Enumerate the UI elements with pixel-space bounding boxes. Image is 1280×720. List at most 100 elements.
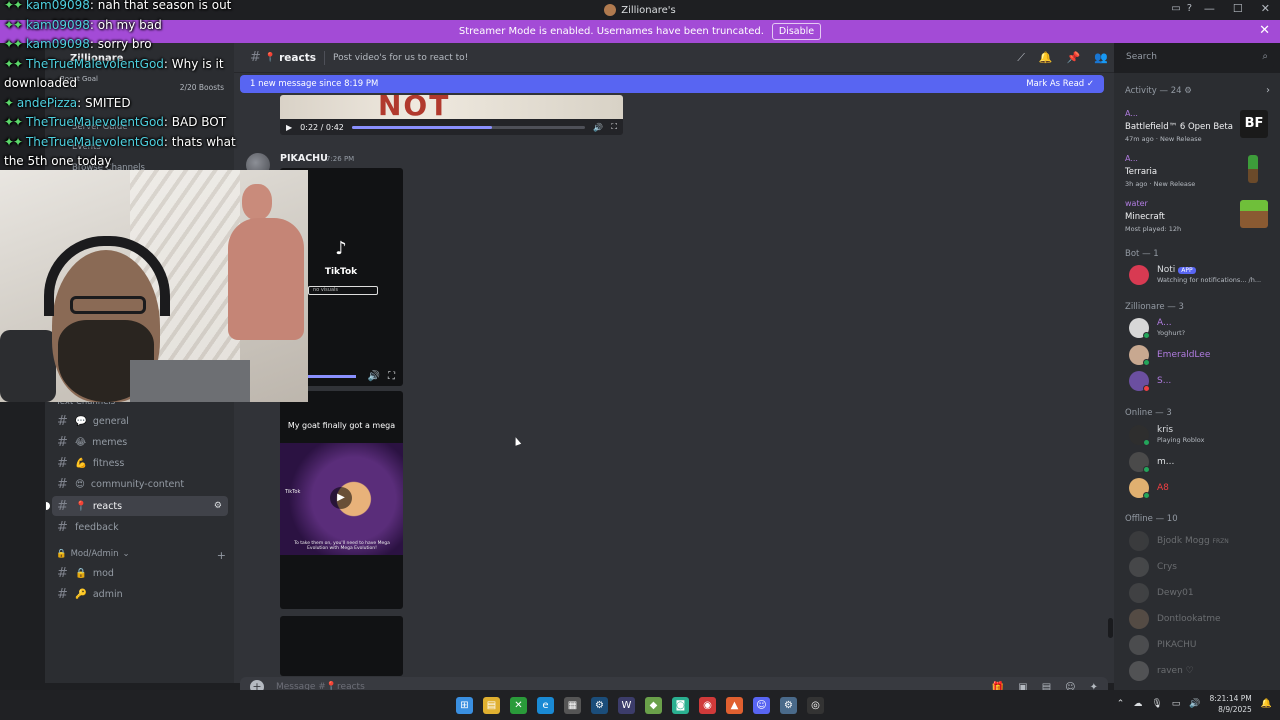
member-item[interactable]: A8 xyxy=(1125,476,1275,500)
close-banner-icon[interactable]: ✕ xyxy=(1259,23,1270,38)
maximize-icon[interactable]: ☐ xyxy=(1233,2,1243,15)
notification-icon[interactable]: 🔔 xyxy=(1261,699,1272,709)
member-item[interactable]: Crys xyxy=(1125,555,1275,579)
member-item[interactable]: Dontlookatme xyxy=(1125,607,1275,631)
xbox-icon[interactable]: ✕ xyxy=(510,696,527,714)
obs-icon[interactable]: ◎ xyxy=(807,696,824,714)
channel-settings-icon[interactable]: ⚙ xyxy=(214,501,222,511)
system-tray: ⌃ ☁ 🎙 ▭ 🔊 8:21:14 PM 8/9/2025 🔔 xyxy=(1117,693,1272,715)
calculator-icon[interactable]: ▦ xyxy=(564,696,581,714)
tiktok-video-embed-3[interactable] xyxy=(280,616,403,676)
member-item[interactable]: raven ♡ xyxy=(1125,659,1275,683)
file-explorer-icon[interactable]: ▤ xyxy=(483,696,500,714)
video-player[interactable]: NOT ▶ 0:22 / 0:42 🔊 ⛶ xyxy=(280,95,623,135)
app-icon[interactable]: W xyxy=(618,696,635,714)
minimize-icon[interactable]: — xyxy=(1204,2,1215,15)
settings-icon[interactable]: ⚙ xyxy=(780,696,797,714)
chevron-down-icon: ⌄ xyxy=(122,549,130,559)
cloud-icon[interactable]: ☁ xyxy=(1133,699,1142,709)
chat-header: # 📍 reacts Post video's for us to react … xyxy=(234,43,1114,73)
channel-feedback[interactable]: # feedback xyxy=(52,517,228,537)
add-channel-icon[interactable]: + xyxy=(217,549,226,562)
clock-time: 8:21:14 PM xyxy=(1209,694,1252,703)
app-icon[interactable]: ◆ xyxy=(645,696,662,714)
avatar xyxy=(1129,557,1149,577)
activity-game: Minecraft xyxy=(1125,212,1165,222)
disable-streamer-mode-button[interactable]: Disable xyxy=(771,23,822,40)
app-icon[interactable]: ◉ xyxy=(699,696,716,714)
channel-fitness[interactable]: # 💪 fitness xyxy=(52,453,228,473)
discord-icon[interactable]: ☺ xyxy=(753,696,770,714)
help-icon[interactable]: ? xyxy=(1187,3,1192,14)
member-item[interactable]: A... Yoghurt? xyxy=(1125,316,1275,340)
channel-emoji: 😍 xyxy=(75,478,85,490)
activity-card[interactable]: water Minecraft Most played: 12h xyxy=(1120,196,1274,236)
channel-admin[interactable]: # 🔑 admin xyxy=(52,584,228,604)
channel-topic[interactable]: Post video's for us to react to! xyxy=(333,53,468,63)
activity-header[interactable]: Activity — 24 ⚙ xyxy=(1125,86,1192,96)
chat-badge-icon: ✦ xyxy=(4,95,14,110)
edge-icon[interactable]: e xyxy=(537,696,554,714)
bell-icon[interactable]: 🔔 xyxy=(1039,51,1053,65)
app-icon[interactable]: ▲ xyxy=(726,696,743,714)
member-item[interactable]: Bjodk Mogg FRZN xyxy=(1125,529,1275,553)
message-author[interactable]: PIKACHU xyxy=(280,153,328,164)
display-icon[interactable]: ▭ xyxy=(1172,699,1181,709)
chat-badge-icon: ✦✦ xyxy=(4,56,23,71)
activity-card[interactable]: A... Battlefield™ 6 Open Beta 47m ago · … xyxy=(1120,106,1274,146)
webcam-dummy-head xyxy=(242,184,272,220)
mic-icon[interactable]: 🎙 xyxy=(1151,699,1162,709)
members-icon[interactable]: 👥 xyxy=(1094,51,1108,65)
activity-card[interactable]: A... Terraria 3h ago · New Release xyxy=(1120,151,1274,191)
member-item[interactable]: S... xyxy=(1125,369,1275,393)
fullscreen-icon[interactable]: ⛶ xyxy=(611,122,617,132)
member-item[interactable]: PIKACHU xyxy=(1125,633,1275,657)
chat-badge-icon: ✦✦ xyxy=(4,37,23,51)
close-window-icon[interactable]: ✕ xyxy=(1261,2,1270,15)
fullscreen-icon[interactable]: ⛶ xyxy=(388,371,395,382)
clock[interactable]: 8:21:14 PM 8/9/2025 xyxy=(1209,693,1251,715)
play-icon[interactable]: ▶ xyxy=(286,123,292,132)
activity-game: Battlefield™ 6 Open Beta xyxy=(1125,122,1233,132)
member-item[interactable]: kris Playing Roblox xyxy=(1125,423,1275,447)
member-item[interactable]: Dewy01 xyxy=(1125,581,1275,605)
channel-community-content[interactable]: # 😍 community-content xyxy=(52,474,228,494)
steam-icon[interactable]: ⚙ xyxy=(591,696,608,714)
activity-user: A... xyxy=(1125,109,1138,118)
chevron-right-icon[interactable]: › xyxy=(1266,85,1270,96)
app-icon[interactable]: ◙ xyxy=(672,696,689,714)
new-messages-bar[interactable]: 1 new message since 8:19 PM Mark As Read… xyxy=(240,75,1104,93)
search-input[interactable]: Search ⌕ xyxy=(1120,48,1274,68)
member-item[interactable]: EmeraldLee xyxy=(1125,343,1275,367)
member-item[interactable]: Noti APP Watching for notifications... /h… xyxy=(1125,263,1275,287)
new-messages-text: 1 new message since 8:19 PM xyxy=(250,79,379,89)
tiktok-video-embed-2[interactable]: My goat finally got a mega TikTok ▶ To t… xyxy=(280,391,403,609)
channel-emoji: 💬 xyxy=(75,415,87,427)
chat-badge-icon: ✦✦ xyxy=(4,0,23,12)
volume-icon[interactable]: 🔊 xyxy=(368,371,380,382)
chevron-up-icon[interactable]: ⌃ xyxy=(1117,699,1125,709)
volume-icon[interactable]: 🔊 xyxy=(1189,699,1200,709)
volume-icon[interactable]: 🔊 xyxy=(593,123,603,132)
inbox-icon[interactable]: ▭ xyxy=(1171,3,1180,14)
threads-icon[interactable]: ⟋ xyxy=(1017,51,1025,65)
channel-reacts[interactable]: # 📍 reacts ⚙ xyxy=(46,496,228,516)
member-item[interactable]: m... xyxy=(1125,450,1275,474)
bot-header: Bot — 1 xyxy=(1125,249,1159,259)
webcam-dummy-body xyxy=(228,218,304,340)
app-badge: APP xyxy=(1178,267,1196,274)
pin-icon[interactable]: 📌 xyxy=(1067,51,1081,65)
chat-scrollbar[interactable] xyxy=(1108,618,1113,638)
video-progress-bar[interactable] xyxy=(351,125,586,129)
avatar xyxy=(1129,609,1149,629)
play-icon[interactable]: ▶ xyxy=(330,487,352,509)
mark-as-read-button[interactable]: Mark As Read ✓ xyxy=(1026,79,1094,89)
activity-meta: 47m ago · New Release xyxy=(1125,135,1202,143)
channel-mod[interactable]: # 🔒 mod xyxy=(52,563,228,583)
channel-memes[interactable]: # 😂 memes xyxy=(52,432,228,452)
channel-general[interactable]: # 💬 general xyxy=(52,411,228,431)
start-icon[interactable]: ⊞ xyxy=(456,696,473,714)
status-online-icon xyxy=(1143,359,1150,366)
stream-chat-line: ✦✦ TheTrueMalevolentGod: Why is it downl… xyxy=(4,56,224,91)
mod-admin-category[interactable]: 🔒 Mod/Admin ⌄ + xyxy=(56,549,226,562)
